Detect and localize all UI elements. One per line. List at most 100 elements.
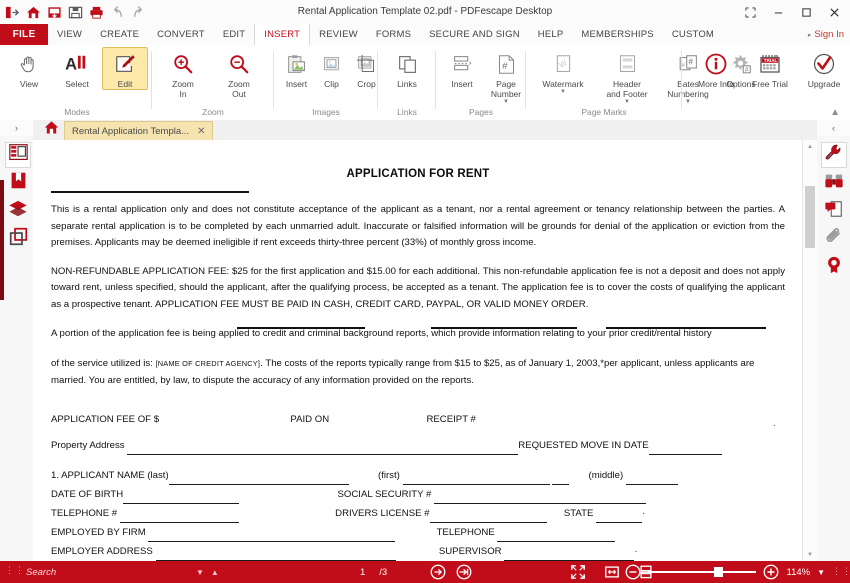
scroll-up-button[interactable]: ▲ <box>803 140 817 153</box>
plus-circle-icon[interactable] <box>763 564 779 580</box>
menu-item-insert[interactable]: INSERT <box>254 24 311 46</box>
exit-icon[interactable] <box>4 4 21 21</box>
input-property-address[interactable] <box>127 443 519 456</box>
input-move-in-date[interactable] <box>648 443 722 456</box>
chevron-down-icon[interactable]: ▼ <box>624 99 630 105</box>
open-icon[interactable] <box>46 4 63 21</box>
input-state[interactable] <box>596 511 643 524</box>
application-window: Rental Application Template 02.pdf - PDF… <box>0 0 850 583</box>
search-input[interactable]: Search <box>26 561 56 583</box>
sidebar-item-comments-panel[interactable] <box>821 198 847 224</box>
menu-file[interactable]: FILE <box>0 24 48 45</box>
menu-item-review[interactable]: REVIEW <box>310 24 367 45</box>
close-icon[interactable]: ✕ <box>197 126 205 137</box>
vertical-scrollbar[interactable]: ▲ ▼ <box>802 140 817 561</box>
ribbon-group-links: Links Links <box>378 45 436 120</box>
ribbon-button-links[interactable]: Links <box>384 47 430 90</box>
ribbon-button-header-and-footer[interactable]: Header and Footer ▼ <box>597 47 657 106</box>
ribbon-button-clip[interactable]: Clip <box>315 47 348 90</box>
ribbon-button-select[interactable]: A Select <box>54 47 100 90</box>
sidebar-item-compare-panel[interactable] <box>821 170 847 196</box>
menu-item-memberships[interactable]: MEMBERSHIPS <box>572 24 662 45</box>
restore-small-icon[interactable] <box>736 0 764 24</box>
close-icon[interactable] <box>820 0 848 24</box>
menu-item-forms[interactable]: FORMS <box>367 24 420 45</box>
minimize-icon[interactable] <box>764 0 792 24</box>
fit-width-icon[interactable] <box>604 564 620 580</box>
input-supervisor[interactable] <box>504 549 635 561</box>
ribbon-button-insert-image[interactable]: Insert <box>279 47 314 90</box>
fit-page-icon[interactable] <box>570 564 586 580</box>
menu-item-convert[interactable]: CONVERT <box>148 24 214 45</box>
input-middle-name[interactable] <box>625 473 678 486</box>
menu-item-edit[interactable]: EDIT <box>214 24 254 45</box>
sidebar-item-content-panel[interactable] <box>5 226 31 252</box>
input-employed-by-firm[interactable] <box>148 530 396 543</box>
chevron-down-icon[interactable]: ▼ <box>560 89 566 95</box>
ribbon-button-zoom-out[interactable]: Zoom Out <box>216 47 262 100</box>
minus-circle-icon[interactable] <box>625 564 641 580</box>
ribbon-button-upgrade[interactable]: Upgrade <box>800 47 848 90</box>
input-last-name[interactable] <box>168 473 349 486</box>
zoom-slider-thumb[interactable] <box>714 567 724 577</box>
chevron-down-icon[interactable]: ▼ <box>817 568 825 577</box>
input-first-name-extra[interactable] <box>552 473 570 486</box>
arrow-right-end-circle-icon[interactable] <box>456 564 472 580</box>
chevron-up-icon[interactable]: ▲ <box>830 107 840 118</box>
scroll-down-button[interactable]: ▼ <box>803 548 817 561</box>
ribbon-button-insert-page[interactable]: Insert <box>442 47 482 90</box>
scrollbar-thumb[interactable] <box>805 186 815 248</box>
document-heading: APPLICATION FOR RENT <box>346 168 490 180</box>
menu-item-secure-and-sign[interactable]: SECURE AND SIGN <box>420 24 529 45</box>
zoom-level[interactable]: 114% <box>786 567 810 578</box>
binoculars-icon <box>824 171 844 196</box>
zoom-slider[interactable] <box>648 567 757 577</box>
chevron-up-icon[interactable]: ▲ <box>211 568 219 577</box>
ribbon-button-zoom-in[interactable]: Zoom In <box>160 47 206 100</box>
menu-item-create[interactable]: CREATE <box>91 24 148 45</box>
chevron-left-icon[interactable]: ‹ <box>817 120 850 136</box>
redo-icon[interactable] <box>130 4 147 21</box>
form-row-employer-address: EMPLOYER ADDRESS SUPERVISOR · <box>51 542 785 561</box>
input-drivers-license[interactable] <box>429 511 547 524</box>
resize-grip-icon[interactable]: ⋮⋮ <box>832 566 850 578</box>
sidebar-item-bookmarks-panel[interactable] <box>5 170 31 196</box>
pdf-page[interactable]: APPLICATION FOR RENT This is a rental ap… <box>33 140 803 561</box>
save-icon[interactable] <box>67 4 84 21</box>
ribbon-button-watermark[interactable]: W Watermark ▼ <box>532 47 594 96</box>
input-social-security[interactable] <box>434 492 646 505</box>
sign-in-button[interactable]: ▸ Sign In <box>808 24 844 45</box>
ribbon-button-view[interactable]: View <box>6 47 52 90</box>
current-page[interactable]: 1 <box>360 567 365 578</box>
ribbon-button-free-trial[interactable]: TRIAL Free Trial <box>746 47 794 90</box>
sidebar-item-pages-panel[interactable] <box>5 142 31 168</box>
menu-item-help[interactable]: HELP <box>529 24 573 45</box>
chevron-down-icon[interactable]: ▼ <box>503 99 509 105</box>
ribbon-label-zoom-in-2: In <box>179 89 187 99</box>
menu-item-view[interactable]: VIEW <box>48 24 91 45</box>
input-date-of-birth[interactable] <box>123 492 240 505</box>
input-employer-address[interactable] <box>155 549 396 561</box>
home-icon[interactable] <box>25 4 42 21</box>
sidebar-item-signatures-panel[interactable] <box>821 254 847 280</box>
ribbon-button-page-number[interactable]: # Page Number ▼ <box>484 47 528 106</box>
document-body: This is a rental application only and do… <box>51 191 785 561</box>
insert-image-icon <box>286 51 307 77</box>
ribbon-button-edit[interactable]: Edit <box>102 47 148 90</box>
sidebar-item-layers-panel[interactable] <box>5 198 31 224</box>
chevron-down-icon[interactable]: ▼ <box>196 568 204 577</box>
input-telephone-number[interactable] <box>119 511 239 524</box>
arrow-right-circle-icon[interactable] <box>430 564 446 580</box>
input-employer-telephone[interactable] <box>497 530 616 543</box>
document-tab[interactable]: Rental Application Templa... ✕ <box>64 121 214 140</box>
undo-icon[interactable] <box>109 4 126 21</box>
sidebar-item-attachments-panel[interactable] <box>821 226 847 252</box>
print-icon[interactable] <box>88 4 105 21</box>
maximize-icon[interactable] <box>792 0 820 24</box>
chevron-right-icon[interactable]: › <box>0 120 33 136</box>
sidebar-item-tools-panel[interactable] <box>821 142 847 168</box>
home-tab-button[interactable] <box>40 121 62 139</box>
ribbon-button-more-info[interactable]: More Info <box>692 47 740 90</box>
input-first-name[interactable] <box>402 473 550 486</box>
menu-item-custom[interactable]: CUSTOM <box>663 24 723 45</box>
